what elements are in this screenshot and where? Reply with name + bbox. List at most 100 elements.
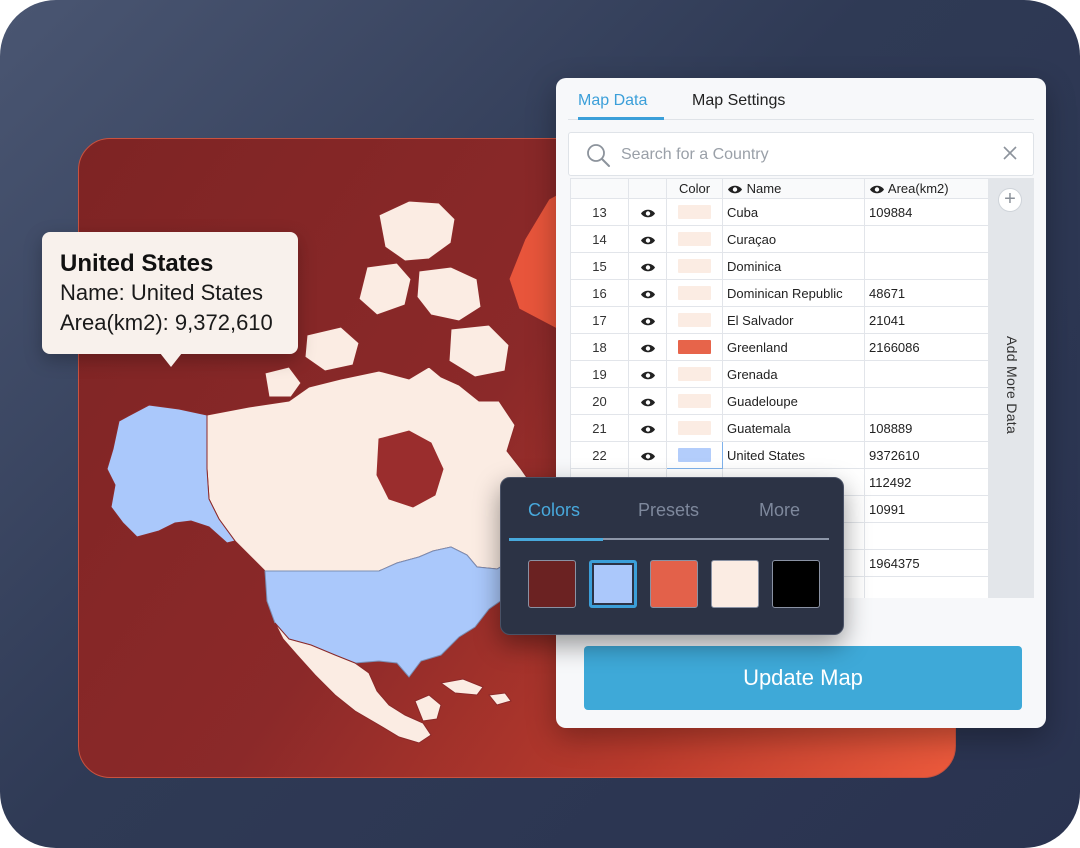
header-name[interactable]: Name: [722, 178, 865, 199]
row-area-value[interactable]: [864, 387, 989, 415]
table-row[interactable]: 15 Dominica: [570, 252, 989, 280]
picker-color-swatch[interactable]: [772, 560, 820, 608]
plus-icon[interactable]: +: [998, 188, 1022, 212]
row-country-name[interactable]: Cuba: [722, 198, 865, 226]
close-icon[interactable]: [1001, 144, 1019, 162]
map-region-canada-islands[interactable]: [448, 324, 510, 378]
table-row[interactable]: 20 Guadeloupe: [570, 387, 989, 415]
color-swatch[interactable]: [678, 340, 711, 354]
table-row[interactable]: 16 Dominican Republic 48671: [570, 279, 989, 307]
eye-icon[interactable]: [640, 343, 656, 354]
row-country-name[interactable]: Dominican Republic: [722, 279, 865, 307]
row-color-swatch[interactable]: [666, 414, 723, 442]
map-region-canada-islands[interactable]: [416, 266, 482, 322]
row-area-value[interactable]: [864, 225, 989, 253]
color-swatch[interactable]: [678, 313, 711, 327]
row-area-value[interactable]: [864, 522, 989, 550]
eye-icon[interactable]: [640, 370, 656, 381]
color-swatch[interactable]: [678, 205, 711, 219]
eye-icon[interactable]: [640, 262, 656, 273]
eye-icon[interactable]: [640, 208, 656, 219]
row-area-value[interactable]: 109884: [864, 198, 989, 226]
eye-icon[interactable]: [869, 184, 885, 195]
color-swatch[interactable]: [678, 259, 711, 273]
table-row[interactable]: 18 Greenland 2166086: [570, 333, 989, 361]
map-region-canada-islands[interactable]: [358, 262, 412, 316]
table-row[interactable]: 22 United States 9372610: [570, 441, 989, 469]
header-area[interactable]: Area(km2): [864, 178, 989, 199]
row-color-swatch[interactable]: [666, 441, 723, 469]
table-row[interactable]: 19 Grenada: [570, 360, 989, 388]
row-color-swatch[interactable]: [666, 225, 723, 253]
row-area-value[interactable]: 9372610: [864, 441, 989, 469]
picker-tab-more[interactable]: More: [759, 500, 800, 521]
eye-icon[interactable]: [640, 397, 656, 408]
color-swatch[interactable]: [678, 232, 711, 246]
row-visibility-toggle[interactable]: [628, 387, 667, 415]
row-color-swatch[interactable]: [666, 360, 723, 388]
eye-icon[interactable]: [640, 235, 656, 246]
row-area-value[interactable]: 108889: [864, 414, 989, 442]
color-swatch[interactable]: [678, 394, 711, 408]
row-area-value[interactable]: [864, 576, 989, 598]
picker-color-swatch[interactable]: [589, 560, 637, 608]
map-region-canada-islands[interactable]: [304, 326, 360, 372]
row-visibility-toggle[interactable]: [628, 306, 667, 334]
row-area-value[interactable]: [864, 252, 989, 280]
row-area-value[interactable]: 2166086: [864, 333, 989, 361]
eye-icon[interactable]: [640, 289, 656, 300]
row-area-value[interactable]: 112492: [864, 468, 989, 496]
row-visibility-toggle[interactable]: [628, 198, 667, 226]
table-row[interactable]: 17 El Salvador 21041: [570, 306, 989, 334]
row-color-swatch[interactable]: [666, 387, 723, 415]
picker-color-swatch[interactable]: [528, 560, 576, 608]
tab-map-settings[interactable]: Map Settings: [692, 92, 812, 120]
row-color-swatch[interactable]: [666, 279, 723, 307]
row-color-swatch[interactable]: [666, 306, 723, 334]
map-region-cuba[interactable]: [439, 678, 484, 696]
map-region-canada-islands[interactable]: [264, 366, 302, 398]
row-color-swatch[interactable]: [666, 333, 723, 361]
row-visibility-toggle[interactable]: [628, 279, 667, 307]
add-more-data-strip[interactable]: + Add More Data: [988, 178, 1034, 598]
color-swatch[interactable]: [678, 286, 711, 300]
row-country-name[interactable]: Curaçao: [722, 225, 865, 253]
eye-icon[interactable]: [727, 184, 743, 195]
row-area-value[interactable]: 1964375: [864, 549, 989, 577]
map-region-caribbean[interactable]: [488, 692, 512, 706]
row-country-name[interactable]: Dominica: [722, 252, 865, 280]
eye-icon[interactable]: [640, 424, 656, 435]
row-visibility-toggle[interactable]: [628, 252, 667, 280]
row-country-name[interactable]: Guadeloupe: [722, 387, 865, 415]
row-area-value[interactable]: [864, 360, 989, 388]
map-region-central-america[interactable]: [414, 694, 442, 722]
row-country-name[interactable]: Grenada: [722, 360, 865, 388]
color-swatch[interactable]: [678, 421, 711, 435]
row-country-name[interactable]: Greenland: [722, 333, 865, 361]
table-row[interactable]: 14 Curaçao: [570, 225, 989, 253]
row-area-value[interactable]: 48671: [864, 279, 989, 307]
row-area-value[interactable]: 21041: [864, 306, 989, 334]
row-country-name[interactable]: United States: [722, 441, 865, 469]
map-region-canada-islands[interactable]: [378, 200, 456, 262]
row-visibility-toggle[interactable]: [628, 441, 667, 469]
color-swatch[interactable]: [678, 448, 711, 462]
row-area-value[interactable]: 10991: [864, 495, 989, 523]
row-visibility-toggle[interactable]: [628, 333, 667, 361]
picker-tab-colors[interactable]: Colors: [528, 500, 580, 521]
row-country-name[interactable]: Guatemala: [722, 414, 865, 442]
eye-icon[interactable]: [640, 451, 656, 462]
picker-tab-presets[interactable]: Presets: [638, 500, 699, 521]
row-visibility-toggle[interactable]: [628, 225, 667, 253]
picker-color-swatch[interactable]: [650, 560, 698, 608]
row-color-swatch[interactable]: [666, 198, 723, 226]
search-input[interactable]: [621, 143, 991, 167]
eye-icon[interactable]: [640, 316, 656, 327]
picker-color-swatch[interactable]: [711, 560, 759, 608]
row-visibility-toggle[interactable]: [628, 360, 667, 388]
update-map-button[interactable]: Update Map: [584, 646, 1022, 710]
row-visibility-toggle[interactable]: [628, 414, 667, 442]
row-country-name[interactable]: El Salvador: [722, 306, 865, 334]
table-row[interactable]: 13 Cuba 109884: [570, 198, 989, 226]
table-row[interactable]: 21 Guatemala 108889: [570, 414, 989, 442]
